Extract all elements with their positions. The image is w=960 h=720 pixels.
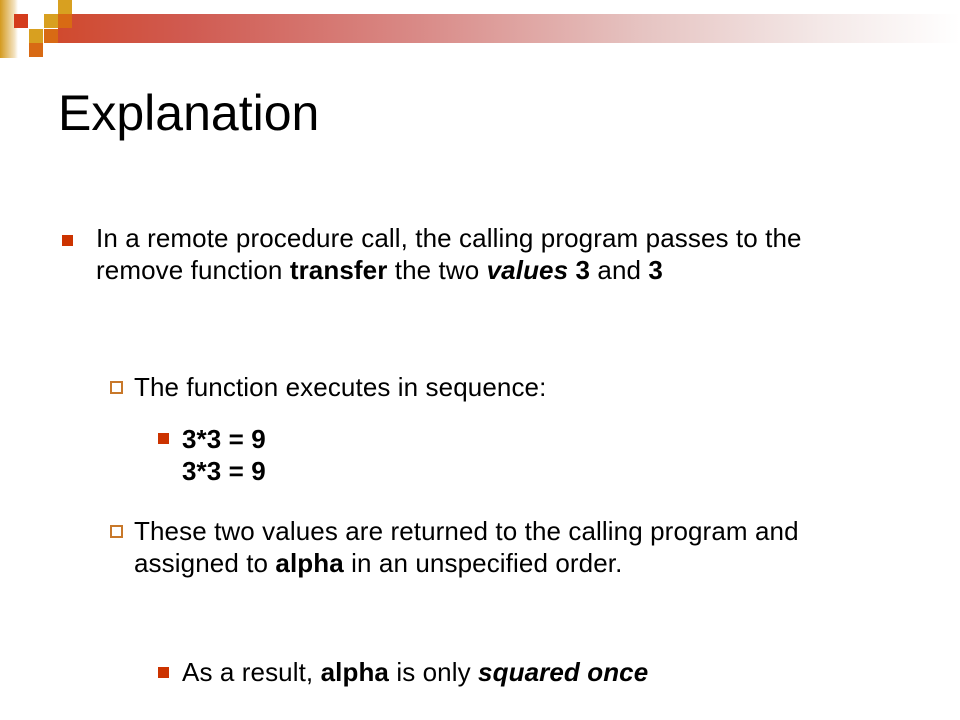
bullet-computations: 3*3 = 9 3*3 = 9 [182, 423, 266, 487]
term-values: values [486, 255, 569, 286]
bullet-result: As a result, alpha is only squared once [182, 657, 649, 687]
term-alpha: alpha [320, 657, 389, 687]
header-banner [0, 0, 960, 60]
bullet-rpc-intro: In a remote procedure call, the calling … [96, 223, 802, 286]
bullet-function-executes: The function executes in sequence: [134, 372, 547, 402]
square-bullet-icon [158, 433, 169, 444]
decor-square [44, 29, 58, 43]
decor-square [44, 14, 58, 28]
slide-title: Explanation [58, 85, 320, 141]
computation-line: 3*3 = 9 [182, 424, 266, 454]
box-bullet-icon [110, 525, 123, 538]
bullet-values-returned: These two values are returned to the cal… [134, 516, 799, 579]
square-bullet-icon [62, 235, 73, 246]
term-squared-once: squared once [478, 657, 649, 687]
decor-square [29, 43, 43, 57]
decor-square [14, 14, 28, 28]
banner-bar [58, 14, 960, 43]
decor-square [29, 29, 43, 43]
decor-square [58, 14, 72, 28]
computation-line: 3*3 = 9 [182, 456, 266, 487]
box-bullet-icon [110, 381, 123, 394]
decor-square [58, 0, 72, 14]
square-bullet-icon [158, 667, 169, 678]
term-transfer: transfer [289, 255, 388, 286]
banner-gradient-strip [0, 0, 18, 58]
term-alpha: alpha [275, 548, 344, 579]
